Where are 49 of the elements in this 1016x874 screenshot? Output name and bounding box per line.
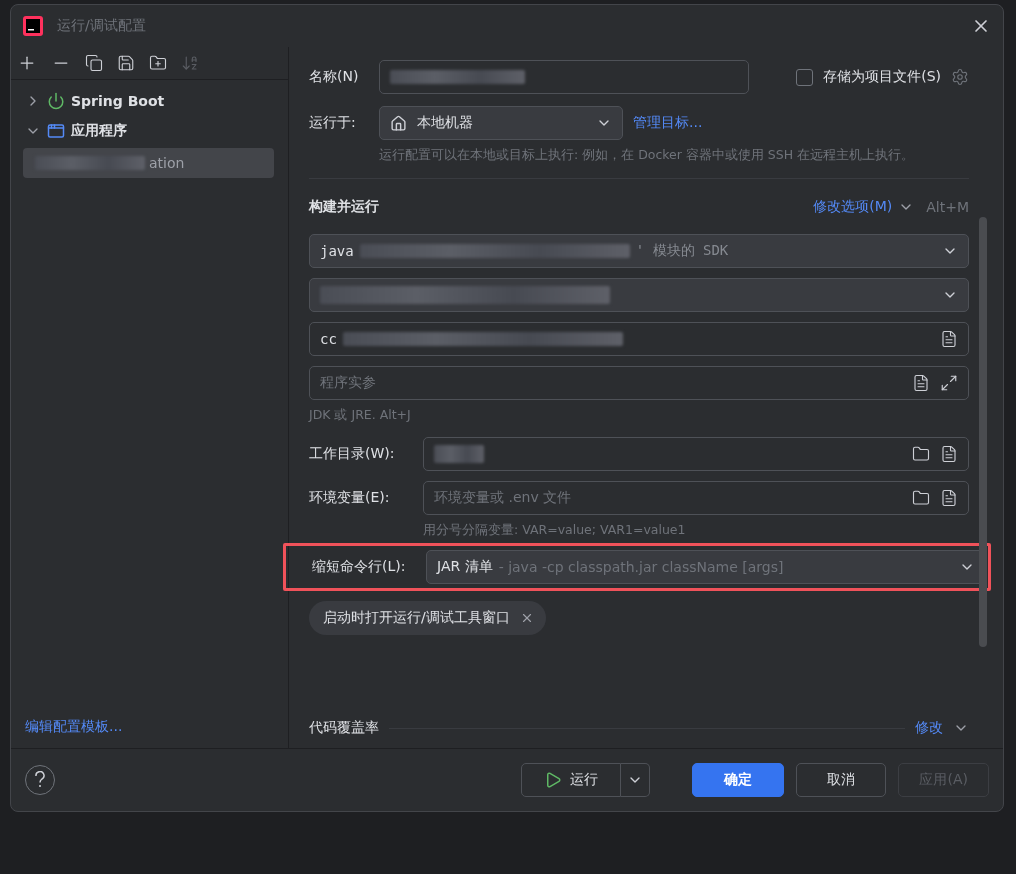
- dialog-button[interactable]: 取消: [796, 763, 887, 797]
- home-icon: [390, 114, 407, 132]
- hint-text: 用分号分隔变量: VAR=value; VAR1=value1: [423, 522, 687, 539]
- shortcut-text: Alt+M: [926, 199, 969, 215]
- tree-item[interactable]: ation: [23, 148, 274, 178]
- copy-icon[interactable]: [85, 54, 103, 72]
- option-chip[interactable]: 启动时打开运行/调试工具窗口: [309, 601, 546, 635]
- main-class-field[interactable]: cc: [309, 322, 969, 356]
- scrollbar[interactable]: [979, 217, 987, 647]
- folder-icon[interactable]: [912, 489, 930, 507]
- section-title: 构建并运行: [309, 198, 380, 216]
- field-label: 名称(N): [309, 68, 360, 86]
- field-label: 环境变量(E):: [309, 489, 391, 507]
- field-label: 缩短命令行(L):: [312, 558, 407, 576]
- checkbox-label: 存储为项目文件(S): [823, 68, 941, 86]
- field-label: 运行于:: [309, 114, 357, 132]
- name-field[interactable]: [379, 60, 749, 94]
- play-icon: [544, 771, 563, 789]
- modify-link[interactable]: 修改: [915, 719, 943, 737]
- sdk-dropdown[interactable]: java ' 模块的 SDK: [309, 234, 969, 268]
- application-icon: [47, 122, 65, 140]
- blurred-text: [434, 445, 484, 463]
- hint-text: 运行配置可以在本地或目标上执行: 例如，在 Docker 容器中或使用 SSH 在远程主机上执行。: [379, 147, 916, 164]
- modify-options-link[interactable]: 修改选项(M): [813, 198, 893, 216]
- section-title: 代码覆盖率: [309, 719, 379, 737]
- ok-button[interactable]: 确定: [692, 763, 785, 797]
- document-icon[interactable]: [940, 330, 958, 348]
- save-icon[interactable]: [117, 54, 135, 72]
- document-icon[interactable]: [940, 489, 958, 507]
- run-target-dropdown[interactable]: 本地机器: [379, 106, 623, 140]
- run-options-button[interactable]: [621, 763, 651, 797]
- tree-item[interactable]: 应用程序: [71, 122, 127, 140]
- document-icon[interactable]: [940, 445, 958, 463]
- field-label: 工作目录(W):: [309, 445, 396, 463]
- question-mark-icon: [33, 771, 47, 789]
- hint-text: JDK 或 JRE. Alt+J: [309, 407, 412, 424]
- app-logo-icon: [23, 16, 43, 36]
- checkbox[interactable]: [796, 68, 814, 86]
- settings-icon[interactable]: [951, 68, 969, 86]
- working-directory-field[interactable]: [423, 437, 969, 471]
- run-button[interactable]: 运行: [521, 763, 622, 797]
- manage-targets-link[interactable]: 管理目标...: [633, 114, 703, 132]
- expand-icon[interactable]: [940, 374, 958, 392]
- folder-icon[interactable]: [912, 445, 930, 463]
- document-icon[interactable]: [912, 374, 930, 392]
- edit-templates-link[interactable]: 编辑配置模板...: [25, 718, 123, 734]
- tree-item[interactable]: Spring Boot: [71, 93, 165, 109]
- new-folder-icon[interactable]: [149, 54, 167, 72]
- window-title: 运行/调试配置: [57, 17, 147, 35]
